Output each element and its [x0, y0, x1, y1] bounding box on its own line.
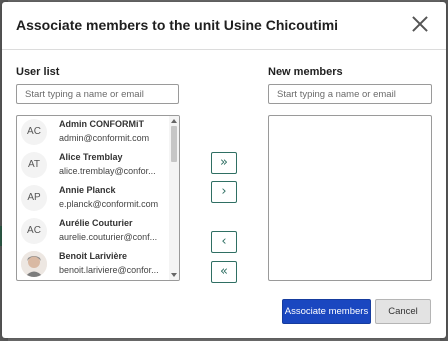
avatar-photo: [21, 251, 47, 277]
close-icon[interactable]: [410, 14, 430, 34]
user-list-item[interactable]: AT Alice Tremblay alice.tremblay@confor...: [17, 149, 169, 182]
user-name: Aurélie Couturier: [59, 218, 133, 228]
new-members-label: New members: [268, 66, 343, 78]
user-list-item[interactable]: AP Annie Planck e.planck@conformit.com: [17, 182, 169, 215]
user-search-input[interactable]: [16, 84, 179, 104]
avatar: AC: [21, 218, 47, 244]
user-list-label: User list: [16, 66, 60, 78]
new-members-listbox[interactable]: [268, 115, 432, 281]
cancel-button[interactable]: Cancel: [375, 299, 431, 324]
user-list-item[interactable]: AC Aurélie Couturier aurelie.couturier@con…: [17, 215, 169, 248]
user-name: Admin CONFORMiT: [59, 119, 144, 129]
user-list-item[interactable]: Benoit Larivière benoit.lariviere@confor.…: [17, 248, 169, 280]
user-email: e.planck@conformit.com: [59, 199, 159, 209]
add-selected-button[interactable]: ›: [211, 181, 237, 203]
remove-selected-button[interactable]: ‹: [211, 231, 237, 253]
dialog-title: Associate members to the unit Usine Chic…: [16, 17, 339, 33]
avatar: AP: [21, 185, 47, 211]
user-listbox[interactable]: AC Admin CONFORMiT admin@conformit.com AT Al…: [16, 115, 180, 281]
user-email: benoit.lariviere@confor...: [59, 265, 159, 275]
avatar: AT: [21, 152, 47, 178]
user-name: Annie Planck: [59, 185, 116, 195]
add-all-button[interactable]: »: [211, 152, 237, 174]
new-members-search-input[interactable]: [268, 84, 432, 104]
user-email: alice.tremblay@confor...: [59, 166, 156, 176]
user-list-item[interactable]: AC Admin CONFORMiT admin@conformit.com: [17, 116, 169, 149]
avatar: AC: [21, 119, 47, 145]
user-list-scrollbar[interactable]: [169, 116, 179, 280]
scroll-down-arrow-icon[interactable]: [171, 273, 177, 277]
scroll-thumb[interactable]: [171, 126, 177, 162]
user-name: Alice Tremblay: [59, 152, 123, 162]
dialog-header: Associate members to the unit Usine Chic…: [2, 2, 446, 50]
user-name: Benoit Larivière: [59, 251, 128, 261]
associate-members-button[interactable]: Associate members: [282, 299, 371, 324]
user-email: aurelie.couturier@conf...: [59, 232, 158, 242]
remove-all-button[interactable]: «: [211, 261, 237, 283]
associate-members-dialog: Associate members to the unit Usine Chic…: [2, 2, 446, 338]
user-email: admin@conformit.com: [59, 133, 150, 143]
user-list: AC Admin CONFORMiT admin@conformit.com AT Al…: [17, 116, 169, 280]
scroll-up-arrow-icon[interactable]: [171, 119, 177, 123]
